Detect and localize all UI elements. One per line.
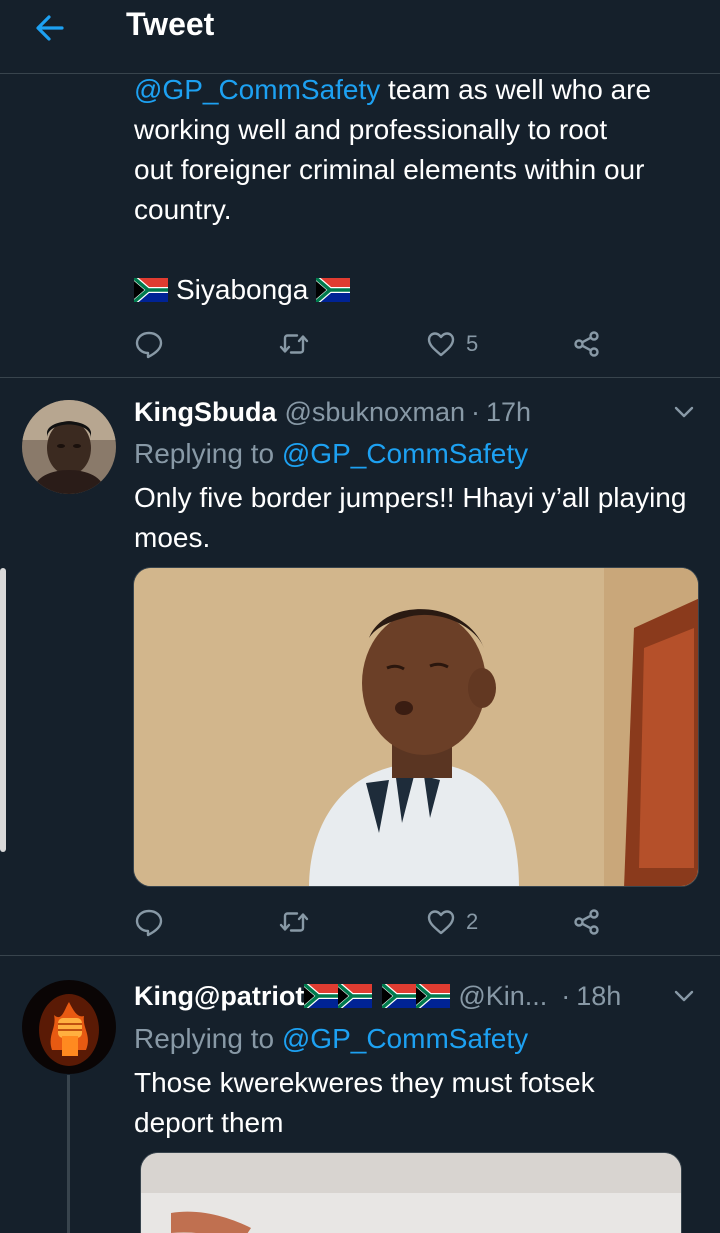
tweet-actions: 2 — [134, 902, 614, 942]
retweet-button[interactable] — [279, 902, 309, 942]
chevron-down-icon[interactable] — [670, 982, 698, 1010]
like-button[interactable]: 2 — [426, 902, 478, 942]
tweet-text-part: out foreigner criminal elements within o… — [134, 154, 645, 185]
fist-fire-icon — [22, 980, 116, 1074]
scrollbar[interactable] — [0, 568, 6, 852]
south-africa-flag-icon — [382, 984, 416, 1008]
tweet-media-image[interactable] — [140, 1152, 682, 1233]
retweet-button[interactable] — [279, 324, 309, 364]
tweet-text: Those kwerekweres they must fotsek depor… — [134, 1067, 595, 1138]
tweet-header: King@patriot @Kin... · 18h — [134, 978, 621, 1014]
tweet-media-image[interactable] — [133, 567, 699, 887]
chevron-down-icon[interactable] — [670, 398, 698, 426]
separator-dot: · — [561, 981, 571, 1011]
replying-label: Replying to — [134, 438, 282, 469]
tweet-text: Only five border jumpers!! Hhayi y’all p… — [134, 482, 687, 553]
tweet-time: 17h — [486, 397, 532, 427]
reply-icon — [134, 907, 164, 937]
reply-icon — [134, 329, 164, 359]
avatar[interactable] — [22, 980, 116, 1074]
user-handle[interactable]: @sbuknoxman — [285, 394, 466, 430]
mention-link[interactable]: @GP_CommSafety — [282, 1023, 528, 1054]
share-button[interactable] — [572, 324, 602, 364]
avatar[interactable] — [22, 400, 116, 494]
replying-to: Replying to @GP_CommSafety — [134, 1020, 528, 1058]
like-count: 2 — [466, 909, 479, 934]
tweet-text-part: working well and professionally to root — [134, 114, 608, 145]
display-name[interactable]: KingSbuda — [134, 394, 277, 430]
separator-dot: · — [471, 397, 480, 427]
retweet-icon — [279, 329, 309, 359]
like-count: 5 — [466, 331, 479, 356]
tweet-actions: 5 — [134, 324, 614, 364]
tweet-time: 18h — [576, 981, 622, 1011]
signoff-text: Siyabonga — [176, 274, 309, 305]
toddler-photo-icon — [134, 568, 698, 886]
tweet-signoff: Siyabonga — [134, 270, 350, 310]
retweet-icon — [279, 907, 309, 937]
mention-link[interactable]: @GP_CommSafety — [282, 438, 528, 469]
user-photo-icon — [22, 400, 116, 494]
page-title: Tweet — [126, 6, 215, 42]
heart-icon — [426, 907, 456, 937]
share-icon — [572, 907, 602, 937]
top-app-bar: Tweet — [0, 0, 720, 74]
tweet-text-part: team as well who are — [380, 74, 652, 105]
tweet-text-part: country. — [134, 194, 232, 225]
display-name[interactable]: King@patriot — [134, 978, 304, 1014]
south-africa-flag-icon — [416, 984, 450, 1008]
south-africa-flag-icon — [134, 278, 168, 302]
tweet-header: KingSbuda @sbuknoxman · 17h — [134, 394, 531, 430]
divider — [0, 377, 720, 378]
back-button[interactable] — [30, 8, 70, 48]
user-handle[interactable]: @Kin... — [458, 978, 547, 1014]
reply-button[interactable] — [134, 324, 164, 364]
reply-button[interactable] — [134, 902, 164, 942]
mention-link[interactable]: @GP_CommSafety — [134, 74, 380, 105]
arrow-left-icon — [36, 15, 64, 41]
thread-line — [67, 1075, 70, 1233]
heart-icon — [426, 329, 456, 359]
south-africa-flag-icon — [338, 984, 372, 1008]
photo-icon — [141, 1153, 681, 1233]
divider — [0, 955, 720, 956]
replying-to: Replying to @GP_CommSafety — [134, 435, 528, 473]
south-africa-flag-icon — [304, 984, 338, 1008]
south-africa-flag-icon — [316, 278, 350, 302]
replying-label: Replying to — [134, 1023, 282, 1054]
like-button[interactable]: 5 — [426, 324, 478, 364]
tweet-text: @GP_CommSafety team as well who are work… — [134, 70, 704, 230]
share-icon — [572, 329, 602, 359]
share-button[interactable] — [572, 902, 602, 942]
